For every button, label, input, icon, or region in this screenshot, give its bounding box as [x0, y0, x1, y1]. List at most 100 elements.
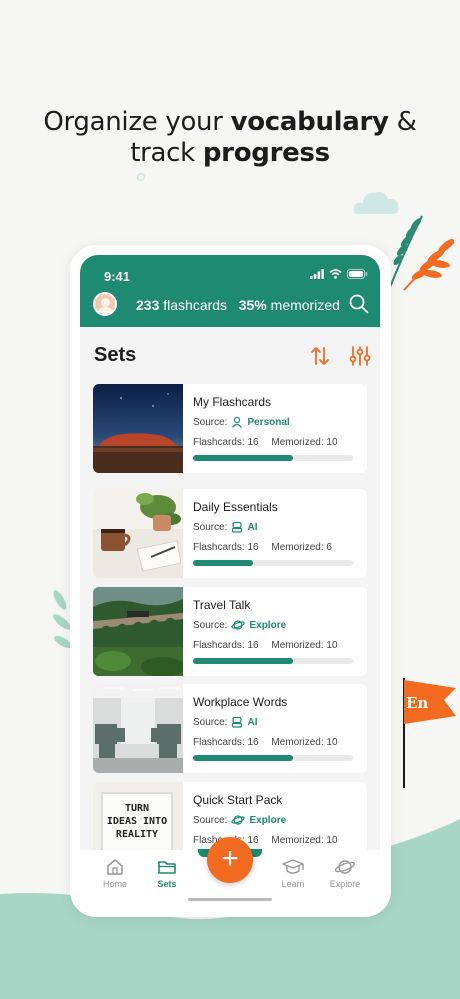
top-bar: 9:41 233 flashcards 35% memorized — [80, 255, 380, 327]
sign-text: IDEAS INTO — [106, 816, 168, 827]
flashcards-value: 16 — [247, 437, 259, 448]
flashcards-count: 233 — [136, 297, 160, 313]
set-card[interactable]: My Flashcards Source: Personal Flashcard… — [93, 384, 367, 473]
home-indicator — [188, 898, 272, 901]
language-flag: En — [400, 676, 460, 791]
memorized-label: memorized — [270, 297, 340, 313]
set-thumbnail — [93, 489, 183, 578]
sets-header: Sets — [94, 341, 371, 371]
headline-text: track — [130, 138, 203, 168]
source-label: Source: — [193, 416, 228, 428]
memorized-value: 10 — [326, 640, 338, 651]
tab-label: Explore — [329, 879, 361, 889]
avatar[interactable] — [93, 292, 117, 316]
robot-icon — [232, 716, 243, 728]
source-label: Source: — [193, 716, 228, 728]
headline-text: & — [388, 107, 417, 137]
source-label: Source: — [193, 814, 228, 826]
page-title: Sets — [94, 344, 137, 366]
progress-bar-fill — [193, 658, 293, 664]
headline-bold: progress — [202, 138, 330, 168]
sign-text: TURN — [124, 803, 150, 814]
memorized-label: Memorized: — [271, 437, 324, 448]
progress-summary: 233 flashcards 35% memorized — [136, 297, 340, 313]
set-thumbnail — [93, 384, 183, 473]
status-icons — [310, 269, 368, 279]
source-label: Source: — [193, 521, 228, 533]
person-icon — [232, 416, 243, 428]
set-stats: Flashcards: 16 Memorized: 10 — [193, 640, 338, 651]
memorized-label: Memorized: — [271, 737, 324, 748]
set-title: Quick Start Pack — [193, 793, 283, 807]
source-label: Source: — [193, 619, 228, 631]
sign-text: REALITY — [115, 829, 159, 840]
progress-bar — [193, 658, 353, 664]
planet-icon — [231, 620, 246, 630]
headline-text: Organize your — [43, 107, 231, 137]
filter-icon[interactable] — [349, 345, 371, 367]
set-source: Source: Explore — [193, 619, 286, 631]
set-stats: Flashcards: 16 Memorized: 10 — [193, 437, 338, 448]
source-name: Explore — [249, 619, 287, 631]
set-source: Source: AI — [193, 716, 257, 728]
flashcards-value: 16 — [247, 640, 259, 651]
phone-frame: 9:41 233 flashcards 35% memorized Sets M… — [70, 245, 391, 917]
set-title: Workplace Words — [193, 695, 288, 709]
set-card[interactable]: Travel Talk Source: Explore Flashcards: … — [93, 587, 367, 676]
progress-bar-fill — [193, 560, 253, 566]
leaf-branch-icon — [387, 215, 455, 293]
memorized-value: 6 — [326, 542, 332, 553]
flashcards-label: flashcards — [163, 297, 228, 313]
set-card[interactable]: Workplace Words Source: AI Flashcards: 1… — [93, 684, 367, 773]
flashcards-label: Flashcards: — [193, 542, 245, 553]
sparkle-icon — [136, 172, 146, 182]
battery-icon — [347, 269, 368, 279]
tab-explore[interactable]: Explore — [321, 858, 369, 889]
wifi-icon — [329, 269, 342, 279]
tab-sets[interactable]: Sets — [143, 858, 191, 889]
sort-icon[interactable] — [309, 345, 331, 367]
set-title: Daily Essentials — [193, 500, 278, 514]
robot-icon — [232, 521, 243, 533]
set-source: Source: AI — [193, 521, 257, 533]
memorized-value: 10 — [326, 437, 338, 448]
flag-label: En — [406, 694, 429, 712]
progress-bar — [193, 560, 353, 566]
tab-home[interactable]: Home — [91, 858, 139, 889]
graduation-cap-icon — [282, 859, 304, 874]
source-name: AI — [247, 716, 258, 728]
memorized-percent: 35% — [238, 297, 267, 313]
planet-icon — [231, 815, 246, 825]
set-title: Travel Talk — [193, 598, 251, 612]
memorized-value: 10 — [326, 835, 338, 846]
tab-label: Sets — [157, 879, 177, 889]
add-set-button[interactable]: + — [207, 837, 253, 883]
progress-bar — [193, 455, 353, 461]
status-time: 9:41 — [104, 269, 131, 284]
set-thumbnail — [93, 684, 183, 773]
set-card[interactable]: Daily Essentials Source: AI Flashcards: … — [93, 489, 367, 578]
planet-icon — [334, 860, 356, 874]
progress-bar — [193, 755, 353, 761]
office-image — [93, 684, 183, 773]
desert-rock-image — [93, 384, 183, 473]
tab-label: Learn — [281, 879, 305, 889]
leaf-left-icon — [53, 590, 72, 649]
source-name: Explore — [249, 814, 287, 826]
set-title: My Flashcards — [193, 395, 272, 409]
home-icon — [107, 859, 123, 875]
flashcards-label: Flashcards: — [193, 737, 245, 748]
viaduct-train-image — [93, 587, 183, 676]
plus-icon: + — [221, 842, 239, 875]
coffee-desk-image — [93, 489, 183, 578]
headline-bold: vocabulary — [230, 107, 389, 137]
set-stats: Flashcards: 16 Memorized: 6 — [193, 542, 332, 553]
flashcards-value: 16 — [247, 542, 259, 553]
search-icon[interactable] — [348, 293, 370, 315]
source-name: AI — [247, 521, 258, 533]
flashcards-value: 16 — [247, 835, 259, 846]
memorized-label: Memorized: — [271, 640, 324, 651]
folder-icon — [158, 861, 176, 874]
tab-learn[interactable]: Learn — [269, 858, 317, 889]
flashcards-label: Flashcards: — [193, 437, 245, 448]
